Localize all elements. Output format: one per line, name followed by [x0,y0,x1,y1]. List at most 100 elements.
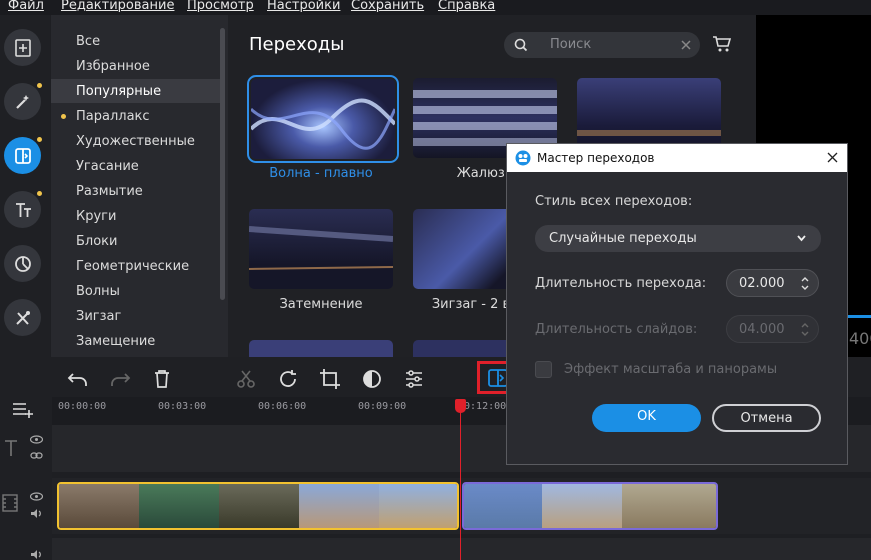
chevron-down-icon [797,235,806,242]
clear-icon[interactable] [681,40,691,50]
menu-file[interactable]: Файл [8,0,44,13]
clip-frame [139,484,219,528]
pan-zoom-checkbox[interactable] [535,361,552,378]
magic-wand-icon [15,94,29,109]
search-placeholder: Поиск [550,37,592,52]
menu-view[interactable]: Просмотр [187,0,254,13]
clip-frame [299,484,379,528]
style-dropdown[interactable]: Случайные переходы [535,225,821,252]
category-item[interactable]: Зигзаг [76,309,121,324]
menu-edit[interactable]: Редактирование [61,0,174,13]
category-item-selected[interactable]: Популярные [76,84,161,99]
category-item[interactable]: Волны [76,284,120,299]
category-list: Все Избранное Популярные Параллакс Худож… [51,15,228,357]
crop-icon[interactable] [319,368,341,390]
audio-track[interactable] [52,538,871,560]
playhead-handle[interactable] [455,399,466,413]
category-item[interactable]: Угасание [76,159,139,174]
slides-duration-label: Длительность слайдов: [535,322,698,337]
new-badge-dot [61,114,66,119]
undo-icon[interactable] [67,368,89,390]
category-item[interactable]: Избранное [76,59,150,74]
settings-sliders-icon[interactable] [403,368,425,390]
eye-icon[interactable] [30,492,43,501]
clip-frame [622,484,716,528]
transitions-icon [14,147,31,164]
close-icon[interactable] [827,152,838,163]
slides-duration-stepper[interactable]: 04.000 [726,315,819,343]
magic-button[interactable] [4,83,41,120]
category-item[interactable]: Геометрические [76,259,189,274]
tools-button[interactable] [4,299,41,336]
clip-frame [464,484,542,528]
spin-arrows-icon[interactable] [801,322,809,337]
transition-thumb-row3[interactable] [249,340,393,357]
search-icon [514,38,528,52]
cart-icon[interactable] [712,35,732,53]
import-button[interactable] [4,29,41,66]
ok-button[interactable]: OK [592,404,701,432]
eye-icon[interactable] [30,435,43,444]
duration-label: Длительность перехода: [535,276,707,291]
rotate-icon[interactable] [277,368,299,390]
transition-wizard-dialog: Мастер переходов Стиль всех переходов: С… [506,143,848,465]
clip-frame [59,484,139,528]
search-input[interactable]: Поиск [504,32,700,58]
transition-thumb-fade[interactable] [249,209,393,289]
transitions-button[interactable] [4,137,41,174]
category-item[interactable]: Параллакс [76,109,150,124]
menubar: Файл Редактирование Просмотр Настройки С… [0,0,871,15]
category-item[interactable]: Все [76,34,100,49]
duration-stepper[interactable]: 02.000 [726,269,819,297]
ruler-tick: 00:06:00 [258,401,307,412]
add-track-icon[interactable] [12,401,34,419]
tools-icon [15,310,30,325]
clock-icon [14,255,31,272]
cancel-button[interactable]: Отмена [712,404,821,432]
menu-help[interactable]: Справка [438,0,495,13]
category-item[interactable]: Замещение [76,334,155,349]
clip-frame [379,484,457,528]
menu-save[interactable]: Сохранить [351,0,424,13]
dialog-titlebar: Мастер переходов [507,144,847,172]
category-item[interactable]: Размытие [76,184,143,199]
titles-button[interactable] [4,191,41,228]
transition-thumb-wave[interactable] [247,75,399,163]
ruler-tick: 00:09:00 [358,401,407,412]
category-item[interactable]: Блоки [76,234,117,249]
text-track-icon [5,440,17,456]
style-dropdown-value: Случайные переходы [549,231,697,246]
style-label: Стиль всех переходов: [535,194,693,209]
slides-duration-value: 04.000 [739,322,785,337]
category-scrollbar[interactable] [220,28,225,300]
video-clip-2[interactable] [462,482,718,530]
speaker-icon[interactable] [30,549,43,560]
scissors-icon[interactable] [235,368,257,390]
menu-settings[interactable]: Настройки [267,0,340,13]
delete-icon[interactable] [151,368,173,390]
speaker-icon[interactable] [30,508,43,519]
ruler-tick: 00:00:00 [58,401,107,412]
category-item[interactable]: Круги [76,209,116,224]
spin-arrows-icon[interactable] [801,276,809,291]
video-track-icon [2,494,18,512]
duration-value: 02.000 [739,276,785,291]
bridge-preview-image [249,226,393,270]
dialog-title: Мастер переходов [537,151,655,165]
new-badge-dot [37,191,42,196]
ruler-tick: 00:03:00 [158,401,207,412]
new-badge-dot [37,83,42,88]
tool-sidebar [0,15,50,357]
text-icon [15,202,31,217]
color-adjust-icon[interactable] [361,368,383,390]
video-clip-1[interactable] [57,482,459,530]
preview-progress [846,315,871,318]
link-icon[interactable] [30,451,43,460]
transition-label: Затемнение [279,297,363,312]
redo-icon[interactable] [109,368,131,390]
panel-title: Переходы [249,34,345,55]
app-logo-icon [515,150,531,166]
clip-frame [542,484,622,528]
stickers-button[interactable] [4,245,41,282]
category-item[interactable]: Художественные [76,134,195,149]
